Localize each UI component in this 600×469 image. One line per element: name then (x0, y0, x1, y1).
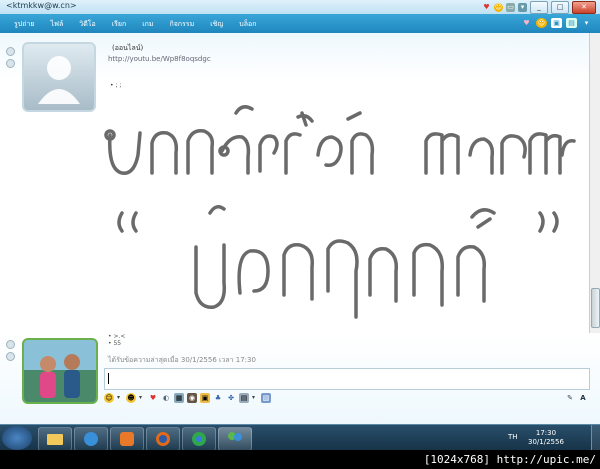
self-photo (24, 340, 96, 402)
minimize-button[interactable]: _ (530, 0, 548, 14)
menu-item-video[interactable]: วิดีโอ (71, 17, 103, 32)
taskbar-messenger[interactable] (218, 427, 252, 450)
share-icon[interactable]: ✤ (226, 393, 236, 403)
collapse-icon[interactable] (6, 59, 15, 68)
clock-date: 30/1/2556 (528, 438, 564, 446)
text-caret (108, 373, 109, 384)
photo-icon[interactable]: ◉ (187, 392, 198, 403)
windows-taskbar: TH 17:30 30/1/2556 (0, 424, 600, 450)
taskbar-ie[interactable] (74, 427, 108, 450)
last-message-status: ได้รับข้อความล่าสุดเมื่อ 30/1/2556 เวลา … (108, 356, 256, 364)
firefox-icon (156, 432, 170, 446)
settings-icon[interactable]: ▾ (518, 2, 527, 12)
language-indicator[interactable]: TH (508, 433, 518, 441)
emoticon-icon[interactable]: ☺ (104, 392, 114, 403)
emoticon-icon[interactable]: ☺ (494, 2, 503, 12)
default-user-icon (38, 56, 80, 104)
window-title: <ktmkkw@w.cn> (6, 1, 77, 10)
games-icon[interactable]: ▤ (239, 392, 250, 403)
menu-item-block[interactable]: บล็อก (231, 17, 264, 32)
collapse-icon[interactable] (6, 352, 15, 361)
scrollbar-thumb[interactable] (591, 288, 600, 328)
menu-item-call[interactable]: เรียก (104, 17, 135, 32)
contact-display-name: (ออนไลน์) (112, 44, 144, 52)
gift-icon[interactable]: ▣ (200, 392, 211, 403)
wink-icon[interactable]: ☻ (126, 392, 137, 403)
menu-item-files[interactable]: ไฟล์ (42, 17, 71, 32)
font-icon[interactable]: A (578, 393, 588, 403)
image-watermark: [1024x768] http://upic.me/ (418, 450, 600, 469)
title-bar: <ktmkkw@w.cn> ♥ ☺ ▭ ▾ _ □ ✕ (0, 0, 600, 14)
show-desktop-button[interactable] (591, 425, 600, 450)
expand-icon[interactable] (6, 47, 15, 56)
wink-icon[interactable]: ▣ (551, 18, 562, 28)
self-panel-controls (6, 340, 15, 361)
input-toolbar: ☺ ▾ ☻ ▾ ♥ ◐ ▦ ◉ ▣ ♣ ✤ ▤ ▾ ▧ ✎ A (104, 390, 588, 405)
messenger-window: <ktmkkw@w.cn> ♥ ☺ ▭ ▾ _ □ ✕ รูปถ่าย ไฟล์… (0, 0, 600, 450)
self-avatar[interactable] (22, 338, 98, 404)
menu-item-games[interactable]: เกม (134, 17, 161, 32)
chevron-down-icon[interactable]: ▾ (252, 394, 255, 401)
self-messages: • >.< • 55 (108, 333, 125, 347)
messenger-icon (228, 432, 242, 441)
expand-icon[interactable] (6, 340, 15, 349)
options-icon[interactable]: ▾ (581, 18, 592, 28)
character-icon[interactable]: ♣ (213, 393, 223, 403)
menu-bar: รูปถ่าย ไฟล์ วิดีโอ เรียก เกม กิจกรรม เช… (0, 14, 600, 33)
nudge-icon[interactable]: ♥ (148, 393, 158, 403)
message-input[interactable] (104, 368, 590, 390)
maximize-button[interactable]: □ (551, 0, 569, 14)
conversation-text: • ; ; (110, 82, 122, 89)
background-icon[interactable]: ▤ (566, 18, 577, 28)
taskbar-firefox[interactable] (146, 427, 180, 450)
menu-item-invite[interactable]: เชิญ (202, 17, 231, 32)
contact-panel-controls (6, 47, 15, 68)
conversation-scrollbar[interactable] (589, 33, 600, 333)
self-message: • >.< (108, 333, 126, 340)
taskbar-chrome[interactable] (182, 427, 216, 450)
self-message: • 55 (108, 340, 122, 347)
contact-avatar[interactable] (22, 42, 96, 112)
system-clock[interactable]: 17:30 30/1/2556 (528, 429, 564, 447)
heart-icon[interactable]: ♥ (521, 18, 532, 28)
taskbar-media-player[interactable] (110, 427, 144, 450)
folder-icon (47, 434, 63, 445)
menu: รูปถ่าย ไฟล์ วิดีโอ เรียก เกม กิจกรรม เช… (6, 17, 264, 32)
menu-right-icons: ♥ ☺ ▣ ▤ ▾ (521, 18, 592, 28)
pen-icon[interactable]: ✎ (565, 393, 575, 403)
face-icon[interactable]: ☺ (536, 18, 547, 28)
ie-icon (84, 432, 98, 446)
clock-time: 17:30 (535, 429, 557, 437)
chrome-icon (192, 432, 206, 446)
contact-personal-message[interactable]: http://youtu.be/Wp8f8oqsdgc (108, 55, 211, 63)
screen-icon[interactable]: ▭ (506, 2, 515, 12)
taskbar-explorer[interactable] (38, 427, 72, 450)
close-button[interactable]: ✕ (572, 0, 596, 14)
start-button[interactable] (2, 426, 32, 450)
play-icon (120, 432, 134, 446)
chevron-down-icon[interactable]: ▾ (117, 394, 120, 401)
heart-icon[interactable]: ♥ (482, 3, 491, 12)
chevron-down-icon[interactable]: ▾ (139, 394, 142, 401)
voice-clip-icon[interactable]: ◐ (161, 393, 171, 403)
handwriting-ink (100, 95, 580, 334)
title-bar-controls: ♥ ☺ ▭ ▾ _ □ ✕ (482, 0, 596, 14)
menu-item-activities[interactable]: กิจกรรม (161, 17, 202, 32)
menu-item-photos[interactable]: รูปถ่าย (6, 17, 42, 32)
picture-icon[interactable]: ▦ (174, 392, 185, 403)
block-icon[interactable]: ▧ (261, 392, 272, 403)
